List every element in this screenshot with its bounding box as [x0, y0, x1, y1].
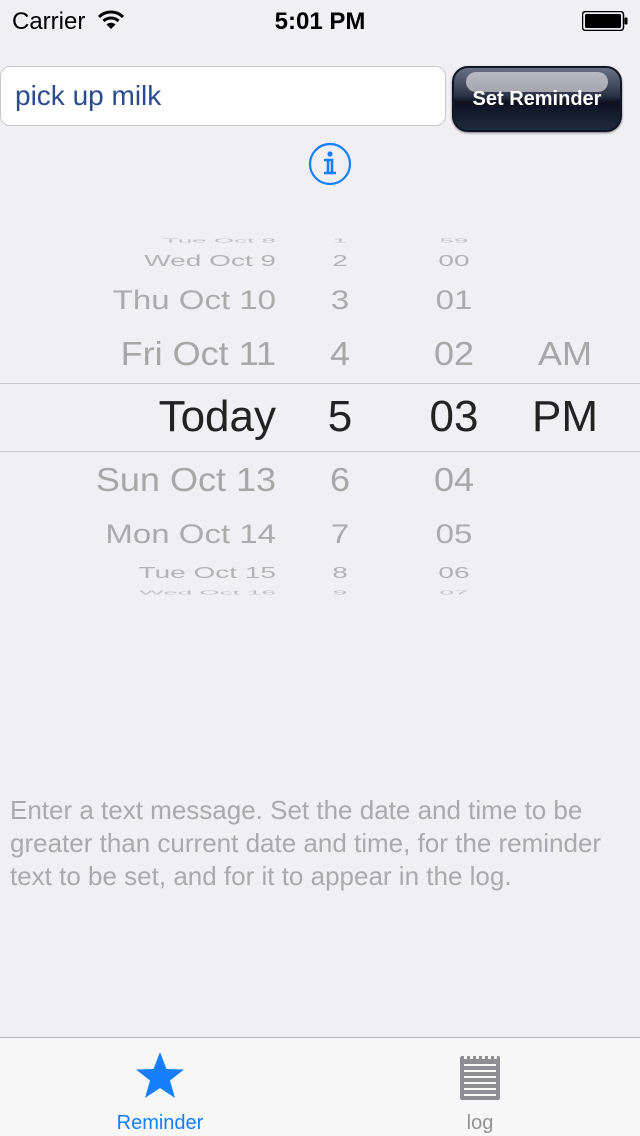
picker-ampm-cell[interactable]: [520, 564, 610, 582]
picker-ampm-cell[interactable]: [520, 252, 610, 270]
picker-ampm-cell[interactable]: [520, 285, 610, 315]
picker-ampm-cell[interactable]: [520, 519, 610, 549]
set-reminder-label: Set Reminder: [472, 88, 602, 110]
picker-date-cell[interactable]: Sun Oct 13: [96, 461, 276, 499]
picker-minute-cell[interactable]: 02: [414, 335, 494, 373]
info-icon[interactable]: [308, 142, 352, 186]
picker-hour-cell[interactable]: 7: [310, 519, 370, 549]
picker-minute-cell[interactable]: 04: [414, 461, 494, 499]
picker-minute-cell[interactable]: 07: [414, 590, 494, 597]
picker-hour-selected[interactable]: 5: [310, 392, 370, 443]
picker-date-selected[interactable]: Today: [159, 392, 276, 443]
picker-minute-cell[interactable]: 05: [414, 519, 494, 549]
picker-hour-cell[interactable]: 3: [310, 285, 370, 315]
picker-hour-cell[interactable]: 8: [310, 564, 370, 582]
tab-log[interactable]: log: [320, 1038, 640, 1136]
picker-hour-cell[interactable]: 9: [310, 590, 370, 597]
tab-bar: Reminder log: [0, 1037, 640, 1136]
notepad-icon: [460, 1052, 500, 1100]
picker-date-cell[interactable]: Thu Oct 10: [113, 285, 276, 315]
picker-hour-cell[interactable]: 4: [310, 335, 370, 373]
reminder-text-input[interactable]: [0, 66, 446, 126]
picker-date-cell[interactable]: Tue Oct 8: [163, 238, 276, 245]
picker-ampm-cell[interactable]: [520, 238, 610, 245]
picker-minute-cell[interactable]: 59: [414, 238, 494, 245]
help-text: Enter a text message. Set the date and t…: [10, 795, 602, 891]
picker-hour-cell[interactable]: 6: [310, 461, 370, 499]
picker-ampm-cell[interactable]: [520, 461, 610, 499]
picker-minute-cell[interactable]: 01: [414, 285, 494, 315]
picker-hour-column[interactable]: 1 2 3 4 5 6 7 8 9: [310, 232, 370, 602]
tab-reminder-label: Reminder: [116, 1112, 204, 1134]
status-bar: Carrier 5:01 PM: [0, 0, 640, 40]
picker-date-cell[interactable]: Wed Oct 9: [144, 252, 276, 270]
picker-ampm-cell[interactable]: [520, 590, 610, 597]
picker-hour-cell[interactable]: 2: [310, 252, 370, 270]
set-reminder-button[interactable]: Set Reminder: [452, 66, 622, 132]
picker-hour-cell[interactable]: 1: [310, 238, 370, 245]
picker-minute-cell[interactable]: 06: [414, 564, 494, 582]
tab-log-label: log: [466, 1112, 494, 1134]
picker-date-cell[interactable]: Fri Oct 11: [121, 335, 276, 373]
picker-date-cell[interactable]: Wed Oct 16: [139, 590, 276, 597]
picker-date-column[interactable]: Tue Oct 8 Wed Oct 9 Thu Oct 10 Fri Oct 1…: [0, 232, 276, 602]
picker-minute-cell[interactable]: 00: [414, 252, 494, 270]
star-icon: [136, 1052, 184, 1098]
picker-date-cell[interactable]: Tue Oct 15: [139, 564, 276, 582]
picker-ampm-column[interactable]: AM PM: [520, 232, 610, 602]
tab-reminder[interactable]: Reminder: [0, 1038, 320, 1136]
picker-minute-column[interactable]: 59 00 01 02 03 04 05 06 07: [414, 232, 494, 602]
status-time: 5:01 PM: [274, 8, 366, 35]
picker-ampm-selected[interactable]: PM: [520, 392, 610, 443]
picker-date-cell[interactable]: Mon Oct 14: [105, 519, 276, 549]
date-time-picker[interactable]: Tue Oct 8 Wed Oct 9 Thu Oct 10 Fri Oct 1…: [0, 232, 640, 602]
battery-icon: [582, 11, 628, 31]
picker-ampm-cell[interactable]: AM: [520, 335, 610, 373]
picker-minute-selected[interactable]: 03: [414, 392, 494, 443]
